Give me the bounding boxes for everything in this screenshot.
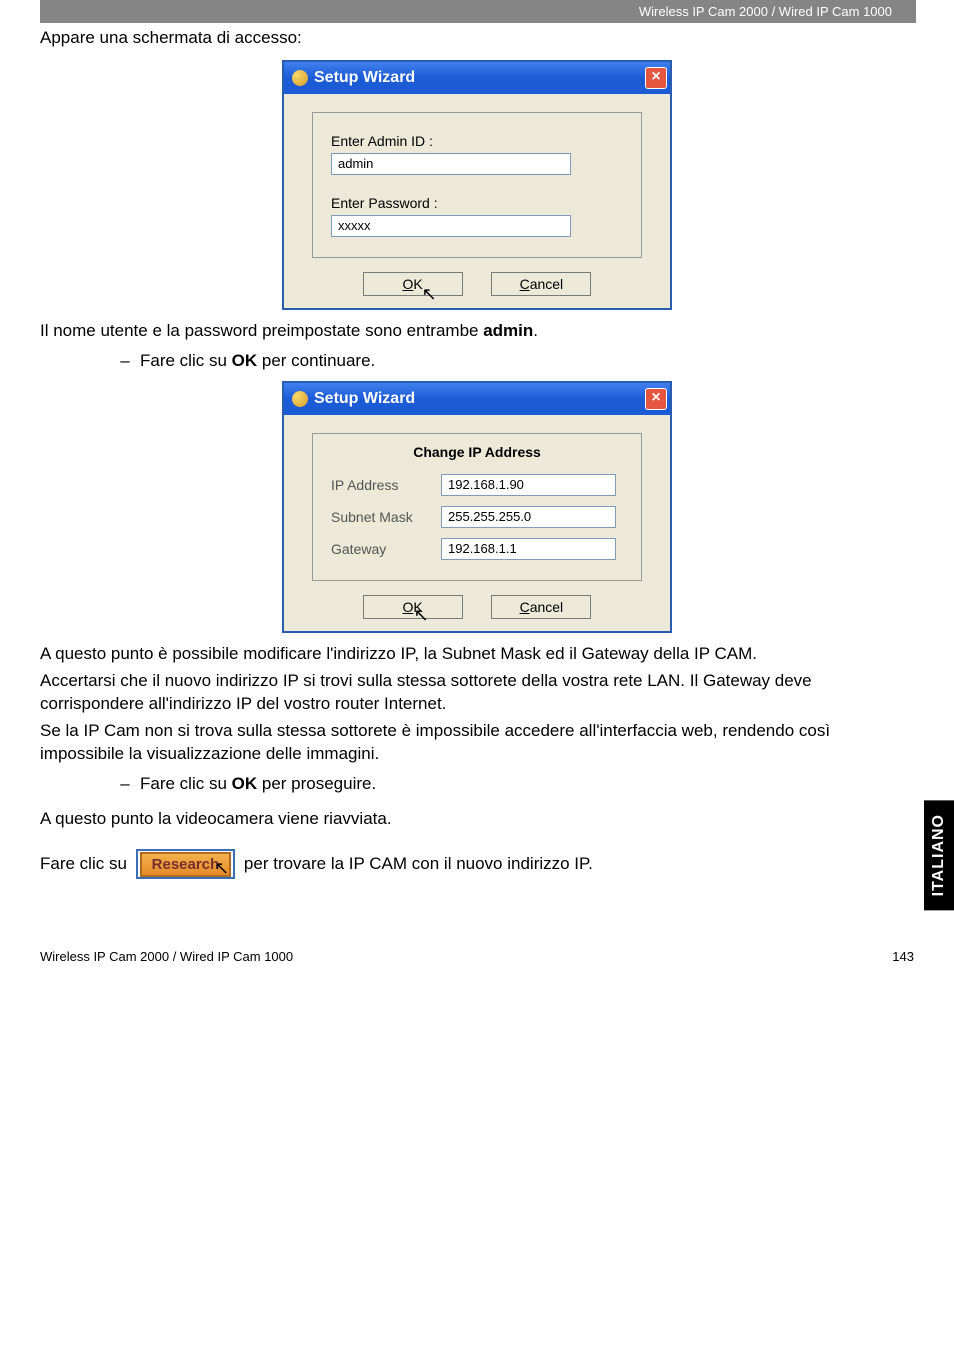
para-modify-ip: A questo punto è possibile modificare l'… (40, 643, 914, 666)
bullet2-c: per proseguire. (257, 774, 376, 793)
admin-id-label: Enter Admin ID : (331, 133, 623, 149)
subnet-mask-label: Subnet Mask (331, 509, 441, 525)
bullet1-a: Fare clic su (140, 351, 232, 370)
para-access-warning: Se la IP Cam non si trova sulla stessa s… (40, 720, 914, 766)
language-tab: ITALIANO (924, 800, 954, 910)
para-subnet-note: Accertarsi che il nuovo indirizzo IP si … (40, 670, 914, 716)
close-icon[interactable]: × (645, 388, 667, 410)
titlebar: Setup Wizard × (284, 383, 670, 415)
footer-left: Wireless IP Cam 2000 / Wired IP Cam 1000 (40, 949, 293, 964)
gateway-input[interactable] (441, 538, 616, 560)
research-button-wrap: Research ↖ (136, 849, 236, 880)
footer-page-number: 143 (892, 949, 914, 964)
dash-icon: – (110, 774, 140, 794)
para-research: Fare clic su Research ↖ per trovare la I… (40, 849, 914, 880)
password-label: Enter Password : (331, 195, 623, 211)
ok-button[interactable]: OK ↖ (363, 595, 463, 619)
credentials-note-b: admin (483, 321, 533, 340)
cancel-button[interactable]: Cancel (491, 272, 591, 296)
bullet1-c: per continuare. (257, 351, 375, 370)
ok-button-prefix: O (403, 276, 414, 292)
gateway-label: Gateway (331, 541, 441, 557)
subnet-mask-input[interactable] (441, 506, 616, 528)
cancel-button-prefix: C (520, 599, 530, 615)
cancel-button-suffix: ancel (530, 599, 563, 615)
ip-address-input[interactable] (441, 474, 616, 496)
para-research-a: Fare clic su (40, 853, 132, 872)
bullet-ok-proceed: – Fare clic su OK per proseguire. (110, 774, 914, 794)
dialog-title: Setup Wizard (314, 390, 415, 408)
cancel-button-suffix: ancel (530, 276, 563, 292)
ip-address-label: IP Address (331, 477, 441, 493)
cursor-icon: ↖ (414, 606, 429, 624)
footer: Wireless IP Cam 2000 / Wired IP Cam 1000… (0, 949, 954, 964)
bullet1-b: OK (232, 351, 258, 370)
para-research-b: per trovare la IP CAM con il nuovo indir… (244, 853, 593, 872)
cancel-button[interactable]: Cancel (491, 595, 591, 619)
intro-text: Appare una schermata di accesso: (40, 27, 914, 50)
password-input[interactable] (331, 215, 571, 237)
credentials-note: Il nome utente e la password preimpostat… (40, 320, 914, 343)
change-ip-title: Change IP Address (331, 444, 623, 460)
dash-icon: – (110, 351, 140, 371)
cancel-button-prefix: C (520, 276, 530, 292)
ok-button[interactable]: OK ↖ (363, 272, 463, 296)
titlebar: Setup Wizard × (284, 62, 670, 94)
credentials-note-a: Il nome utente e la password preimpostat… (40, 321, 483, 340)
setup-wizard-login-dialog: Setup Wizard × Enter Admin ID : Enter Pa… (282, 60, 672, 310)
dialog-title: Setup Wizard (314, 69, 415, 87)
cursor-icon: ↖ (422, 285, 437, 303)
close-icon[interactable]: × (645, 67, 667, 89)
bullet2-b: OK (232, 774, 258, 793)
ok-button-prefix: O (403, 599, 414, 615)
admin-id-input[interactable] (331, 153, 571, 175)
bullet2-a: Fare clic su (140, 774, 232, 793)
app-icon (292, 70, 308, 86)
app-icon (292, 391, 308, 407)
setup-wizard-ip-dialog: Setup Wizard × Change IP Address IP Addr… (282, 381, 672, 633)
bullet-ok-continue: – Fare clic su OK per continuare. (110, 351, 914, 371)
credentials-note-c: . (533, 321, 538, 340)
para-restart: A questo punto la videocamera viene riav… (40, 808, 914, 831)
cursor-icon: ↖ (214, 856, 229, 880)
header-product: Wireless IP Cam 2000 / Wired IP Cam 1000 (639, 4, 892, 19)
header-bar: Wireless IP Cam 2000 / Wired IP Cam 1000 (40, 0, 916, 23)
page-content: Appare una schermata di accesso: Setup W… (0, 27, 954, 879)
